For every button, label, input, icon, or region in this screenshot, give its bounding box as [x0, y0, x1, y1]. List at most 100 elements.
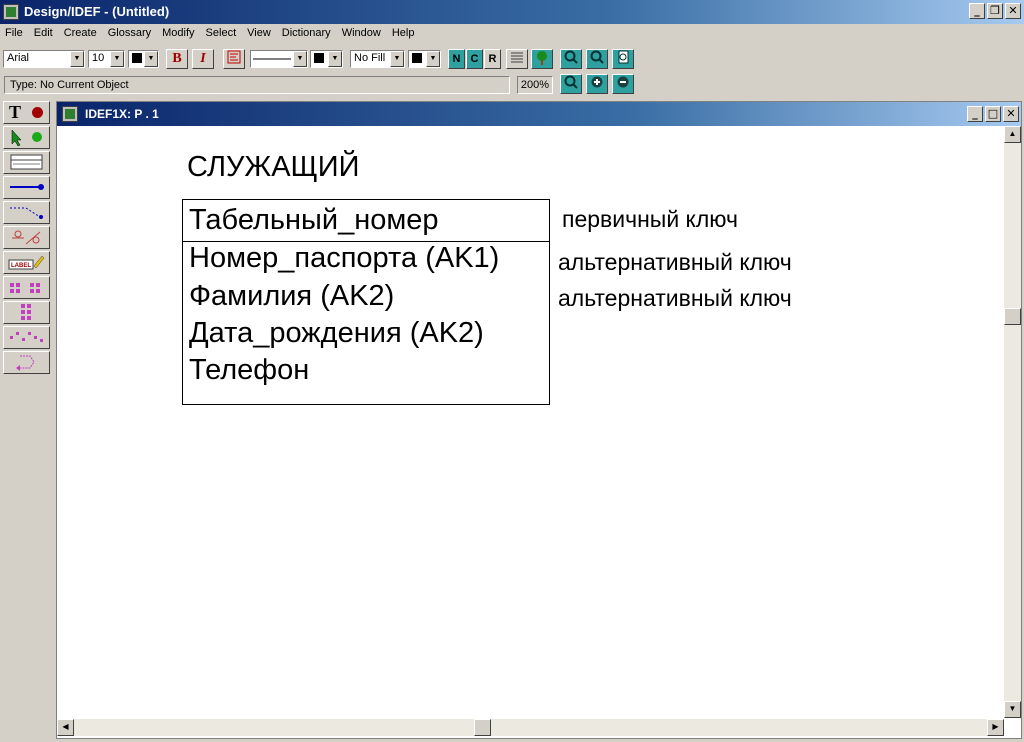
restore-button[interactable]: ❐ — [987, 3, 1003, 19]
toolbar: Arial ▼ 10 ▼ ▼ B I ▼ ▼ No Fill ▼ ▼ N C R — [0, 47, 1024, 71]
diagram-canvas[interactable]: СЛУЖАЩИЙ Табельный_номер Номер_паспорта … — [57, 126, 1004, 718]
line-style-select[interactable]: ▼ — [250, 50, 308, 68]
chevron-down-icon[interactable]: ▼ — [144, 51, 158, 67]
select-tool-button[interactable] — [3, 126, 50, 149]
entity-icon — [10, 154, 43, 170]
horizontal-scroll-thumb[interactable] — [474, 719, 491, 736]
menu-help[interactable]: Help — [387, 26, 421, 44]
chevron-down-icon[interactable]: ▼ — [328, 51, 342, 67]
window-controls: _ ❐ ✕ — [969, 3, 1021, 19]
magnifier-icon — [564, 75, 578, 89]
chevron-down-icon[interactable]: ▼ — [426, 51, 440, 67]
n-button[interactable]: N — [448, 49, 465, 69]
menu-create[interactable]: Create — [59, 26, 103, 44]
app-icon[interactable] — [3, 4, 19, 20]
primary-key-note[interactable]: первичный ключ — [562, 206, 738, 233]
chevron-down-icon[interactable]: ▼ — [110, 51, 124, 67]
key-attribute[interactable]: Табельный_номер — [189, 204, 439, 237]
chevron-down-icon[interactable]: ▼ — [70, 51, 84, 67]
menu-bar: File Edit Create Glossary Modify Select … — [0, 26, 1024, 44]
fill-select[interactable]: No Fill ▼ — [350, 50, 405, 68]
distribute-tool-button[interactable] — [3, 326, 50, 349]
fill-value: No Fill — [354, 52, 386, 64]
distribute-icon — [10, 332, 43, 342]
object-type-field: Type: No Current Object — [4, 76, 510, 94]
fill-color-select[interactable]: ▼ — [408, 50, 441, 68]
diagram-maximize-button[interactable]: □ — [985, 106, 1001, 122]
align-horizontal-tool-button[interactable] — [3, 276, 50, 299]
attribute[interactable]: Дата_рождения (AK2) — [189, 317, 484, 350]
route-icon — [16, 355, 35, 371]
menu-file[interactable]: File — [0, 26, 29, 44]
size-value: 10 — [92, 52, 105, 64]
tree-button[interactable] — [531, 49, 553, 69]
attribute[interactable]: Фамилия (AK2) — [189, 280, 394, 313]
entity-box[interactable]: Табельный_номер Номер_паспорта (AK1) Фам… — [182, 199, 550, 405]
align-left-icon — [227, 50, 241, 64]
menu-window[interactable]: Window — [337, 26, 387, 44]
zoom-in-button[interactable] — [586, 74, 608, 94]
menu-select[interactable]: Select — [201, 26, 243, 44]
scroll-down-arrow[interactable]: ▼ — [1004, 701, 1021, 718]
attribute[interactable]: Телефон — [189, 354, 309, 387]
route-tool-button[interactable] — [3, 351, 50, 374]
pointer-icon — [11, 129, 42, 147]
title-bar: Design/IDEF - (Untitled) _ ❐ ✕ — [0, 0, 1024, 24]
alternate-key-note[interactable]: альтернативный ключ — [558, 249, 792, 276]
zoom-fit-button[interactable] — [560, 49, 582, 69]
diagram-window-controls: _ □ ✕ — [967, 106, 1019, 122]
text-color-select[interactable]: ▼ — [128, 50, 159, 68]
align-left-button[interactable] — [223, 49, 245, 69]
align-vertical-tool-button[interactable] — [3, 301, 50, 324]
text-tool-button[interactable]: T — [3, 101, 50, 124]
list-button[interactable] — [506, 49, 528, 69]
scroll-up-arrow[interactable]: ▲ — [1004, 126, 1021, 143]
scroll-right-arrow[interactable]: ▶ — [987, 719, 1004, 736]
entity-name[interactable]: СЛУЖАЩИЙ — [187, 151, 359, 184]
bold-button[interactable]: B — [166, 49, 188, 69]
horizontal-scrollbar[interactable]: ◀ ▶ — [57, 719, 1004, 736]
entity-tool-button[interactable] — [3, 151, 50, 174]
menu-view[interactable]: View — [242, 26, 277, 44]
relationship-tool-button[interactable] — [3, 176, 50, 199]
vertical-scroll-thumb[interactable] — [1004, 308, 1021, 325]
r-button[interactable]: R — [484, 49, 501, 69]
categorization-icon — [12, 230, 41, 245]
status-row: Type: No Current Object 200% — [0, 74, 1024, 96]
font-select[interactable]: Arial ▼ — [3, 50, 85, 68]
line-color-select[interactable]: ▼ — [310, 50, 343, 68]
app-title: Design/IDEF - (Untitled) — [24, 4, 170, 19]
diagram-window: IDEF1X: P . 1 _ □ ✕ СЛУЖАЩИЙ Табельный_н… — [56, 101, 1022, 739]
menu-glossary[interactable]: Glossary — [103, 26, 157, 44]
scroll-left-arrow[interactable]: ◀ — [57, 719, 74, 736]
chevron-down-icon[interactable]: ▼ — [293, 51, 307, 67]
zoom-level: 200% — [517, 76, 553, 94]
size-select[interactable]: 10 ▼ — [88, 50, 125, 68]
diagram-title: IDEF1X: P . 1 — [85, 107, 159, 121]
menu-modify[interactable]: Modify — [157, 26, 200, 44]
vertical-scrollbar[interactable]: ▲ ▼ — [1004, 126, 1021, 718]
diagram-minimize-button[interactable]: _ — [967, 106, 983, 122]
zoom-out-button[interactable] — [612, 74, 634, 94]
document-icon[interactable] — [62, 106, 78, 122]
chevron-down-icon[interactable]: ▼ — [390, 51, 404, 67]
nonidentifying-tool-button[interactable] — [3, 201, 50, 224]
zoom-out-icon — [617, 76, 629, 88]
menu-dictionary[interactable]: Dictionary — [277, 26, 337, 44]
c-button[interactable]: C — [466, 49, 483, 69]
record-icon — [32, 107, 43, 118]
zoom-page-button[interactable] — [612, 49, 634, 69]
line-style-icon — [253, 58, 291, 60]
menu-edit[interactable]: Edit — [29, 26, 59, 44]
zoom-area-button[interactable] — [586, 49, 608, 69]
attribute[interactable]: Номер_паспорта (AK1) — [189, 242, 499, 275]
alternate-key-note[interactable]: альтернативный ключ — [558, 285, 792, 312]
italic-button[interactable]: I — [192, 49, 214, 69]
label-tool-button[interactable]: LABEL — [3, 251, 50, 274]
magnifier-icon — [590, 50, 604, 64]
diagram-close-button[interactable]: ✕ — [1003, 106, 1019, 122]
close-button[interactable]: ✕ — [1005, 3, 1021, 19]
minimize-button[interactable]: _ — [969, 3, 985, 19]
categorization-tool-button[interactable] — [3, 226, 50, 249]
zoom-normal-button[interactable] — [560, 74, 582, 94]
